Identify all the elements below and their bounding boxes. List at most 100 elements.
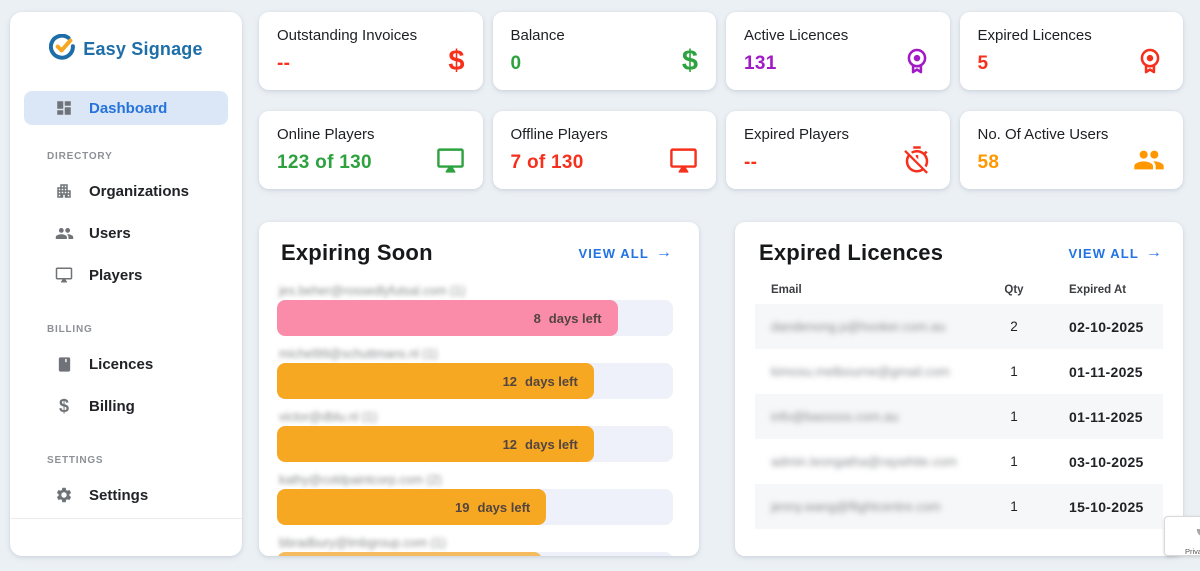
qty-cell: 1 [1010,364,1018,379]
stat-card-online-players: Online Players 123 of 130 [259,111,483,189]
expired-licences-title: Expired Licences [759,240,944,265]
qty-cell: 1 [1010,454,1018,469]
stat-card-expired-players: Expired Players -- [726,111,950,189]
expired-at-cell: 02-10-2025 [1069,318,1144,335]
sidebar-section-billing: BILLING [47,324,93,336]
table-row: kimosu.melbourne@gmail.com 1 01-11-2025 [755,349,1163,394]
sidebar-footer [10,518,242,556]
column-header-qty: Qty [1004,284,1024,296]
email-cell-blurred: jenny.wang@flightcentre.com [771,499,941,514]
licences-icon [54,354,74,374]
expiring-bar-track: 12 days left [277,426,673,462]
email-cell-blurred: info@basssss.com.au [771,409,899,424]
recaptcha-privacy-label: Privacy - Te [1184,546,1200,556]
settings-gear-icon [54,485,74,505]
stat-card-offline-players: Offline Players 7 of 130 [492,111,716,189]
sidebar-item-label: Settings [89,486,149,504]
expiring-row: kathy@coldpaintcorp.com (2) 19 days left [277,473,673,525]
expiring-email-blurred: michel99@schuttmans.nl (1) [279,347,438,361]
stat-label: Balance [510,27,565,44]
expiring-soon-panel: Expiring Soon VIEW ALL → jes.beher@rosse… [259,222,699,556]
people-icon [1133,144,1165,176]
stat-card-balance: Balance 0 $ [492,12,716,90]
expiring-row: jes.beher@rossedlyfutsal.com (1) 8 days l… [277,284,673,336]
table-row: admin.leongatha@raywhite.com 1 03-10-202… [755,439,1163,484]
view-all-label: VIEW ALL [578,245,649,261]
sidebar: Easy Signage Dashboard DIRECTORY Organiz… [10,12,242,556]
expiring-soon-view-all-link[interactable]: VIEW ALL → [578,244,673,262]
sidebar-section-directory: DIRECTORY [47,151,113,163]
expiring-bar: 8 days left [277,300,618,336]
table-row: jenny.wang@flightcentre.com 1 15-10-2025 [755,484,1163,529]
days-left-number: 8 [533,310,541,326]
stat-value: 0 [510,53,522,74]
expiring-email-blurred: kathy@coldpaintcorp.com (2) [279,473,442,487]
stat-label: Offline Players [510,126,608,143]
stat-label: Expired Players [744,126,850,143]
sidebar-item-players[interactable]: Players [24,256,228,294]
days-left-text: days left [525,436,578,452]
expired-at-cell: 01-11-2025 [1069,408,1143,425]
stat-cards-grid: Outstanding Invoices -- $ Balance 0 $ Ac… [259,12,1183,189]
days-left-text: days left [477,499,531,515]
recaptcha-badge[interactable]: Privacy - Te [1164,516,1200,556]
expiring-email-blurred: victor@dblu.nl (1) [279,410,378,424]
expiring-bar: 19 days left [277,489,547,525]
users-icon [54,223,74,243]
qty-cell: 1 [1010,499,1018,514]
expiring-row: bbradbury@lmbgroup.com (1) [277,536,673,556]
expiring-email-blurred: jes.beher@rossedlyfutsal.com (1) [279,284,466,298]
expired-table-header: Email Qty Expired At [755,284,1163,296]
expiring-bar-track: 12 days left [277,363,673,399]
monitor-icon [669,144,698,176]
expired-licences-view-all-link[interactable]: VIEW ALL → [1068,244,1163,262]
days-left-text: days left [548,310,602,326]
stat-card-active-licences: Active Licences 131 [726,12,950,90]
qty-cell: 1 [1010,409,1018,424]
sidebar-item-organizations[interactable]: Organizations [24,172,228,210]
sidebar-item-label: Dashboard [89,99,168,117]
expiring-bar-track: 19 days left [277,489,673,525]
recaptcha-logo-icon [1193,517,1200,546]
stat-label: Active Licences [744,27,849,44]
days-left-number: 12 [502,436,518,452]
stat-card-expired-licences: Expired Licences 5 [959,12,1183,90]
stat-value: -- [277,53,291,74]
sidebar-item-settings[interactable]: Settings [24,476,228,514]
sidebar-item-licences[interactable]: Licences [24,345,228,383]
expired-at-cell: 15-10-2025 [1069,498,1144,515]
expired-licences-panel: Expired Licences VIEW ALL → Email Qty Ex… [735,222,1183,556]
sidebar-item-dashboard[interactable]: Dashboard [24,91,228,126]
days-left-number: 19 [455,499,470,515]
dashboard-icon [54,98,74,118]
stat-label: Expired Licences [977,27,1092,44]
organizations-icon [54,181,74,201]
expiring-bar: 12 days left [277,363,594,399]
expiring-bar [277,552,543,556]
arrow-right-icon: → [655,244,673,261]
email-cell-blurred: admin.leongatha@raywhite.com [771,454,957,469]
days-left-number: 12 [502,373,518,389]
sidebar-item-label: Organizations [89,182,190,200]
expiring-bar: 12 days left [277,426,594,462]
expired-at-cell: 01-11-2025 [1069,363,1143,380]
expiring-soon-title: Expiring Soon [281,240,433,265]
sidebar-item-billing[interactable]: $ Billing [24,387,228,425]
arrow-right-icon: → [1145,244,1163,261]
sidebar-item-users[interactable]: Users [24,214,228,252]
brand-name: Easy Signage [83,39,203,59]
brand-logo[interactable]: Easy Signage [10,33,242,65]
column-header-email: Email [771,284,802,296]
stat-card-outstanding-invoices: Outstanding Invoices -- $ [259,12,483,90]
timer-off-icon [902,144,932,176]
sidebar-section-settings: SETTINGS [47,455,104,467]
email-cell-blurred: dandenong.p@hooker.com.au [771,319,946,334]
stat-label: Outstanding Invoices [277,27,418,44]
days-left-text: days left [525,373,578,389]
players-icon [54,265,74,285]
expiring-row: michel99@schuttmans.nl (1) 12 days left [277,347,673,399]
sidebar-item-label: Players [89,266,143,284]
expiring-bar-track: 8 days left [277,300,673,336]
column-header-expired-at: Expired At [1069,284,1127,296]
stat-label: Online Players [277,126,375,143]
